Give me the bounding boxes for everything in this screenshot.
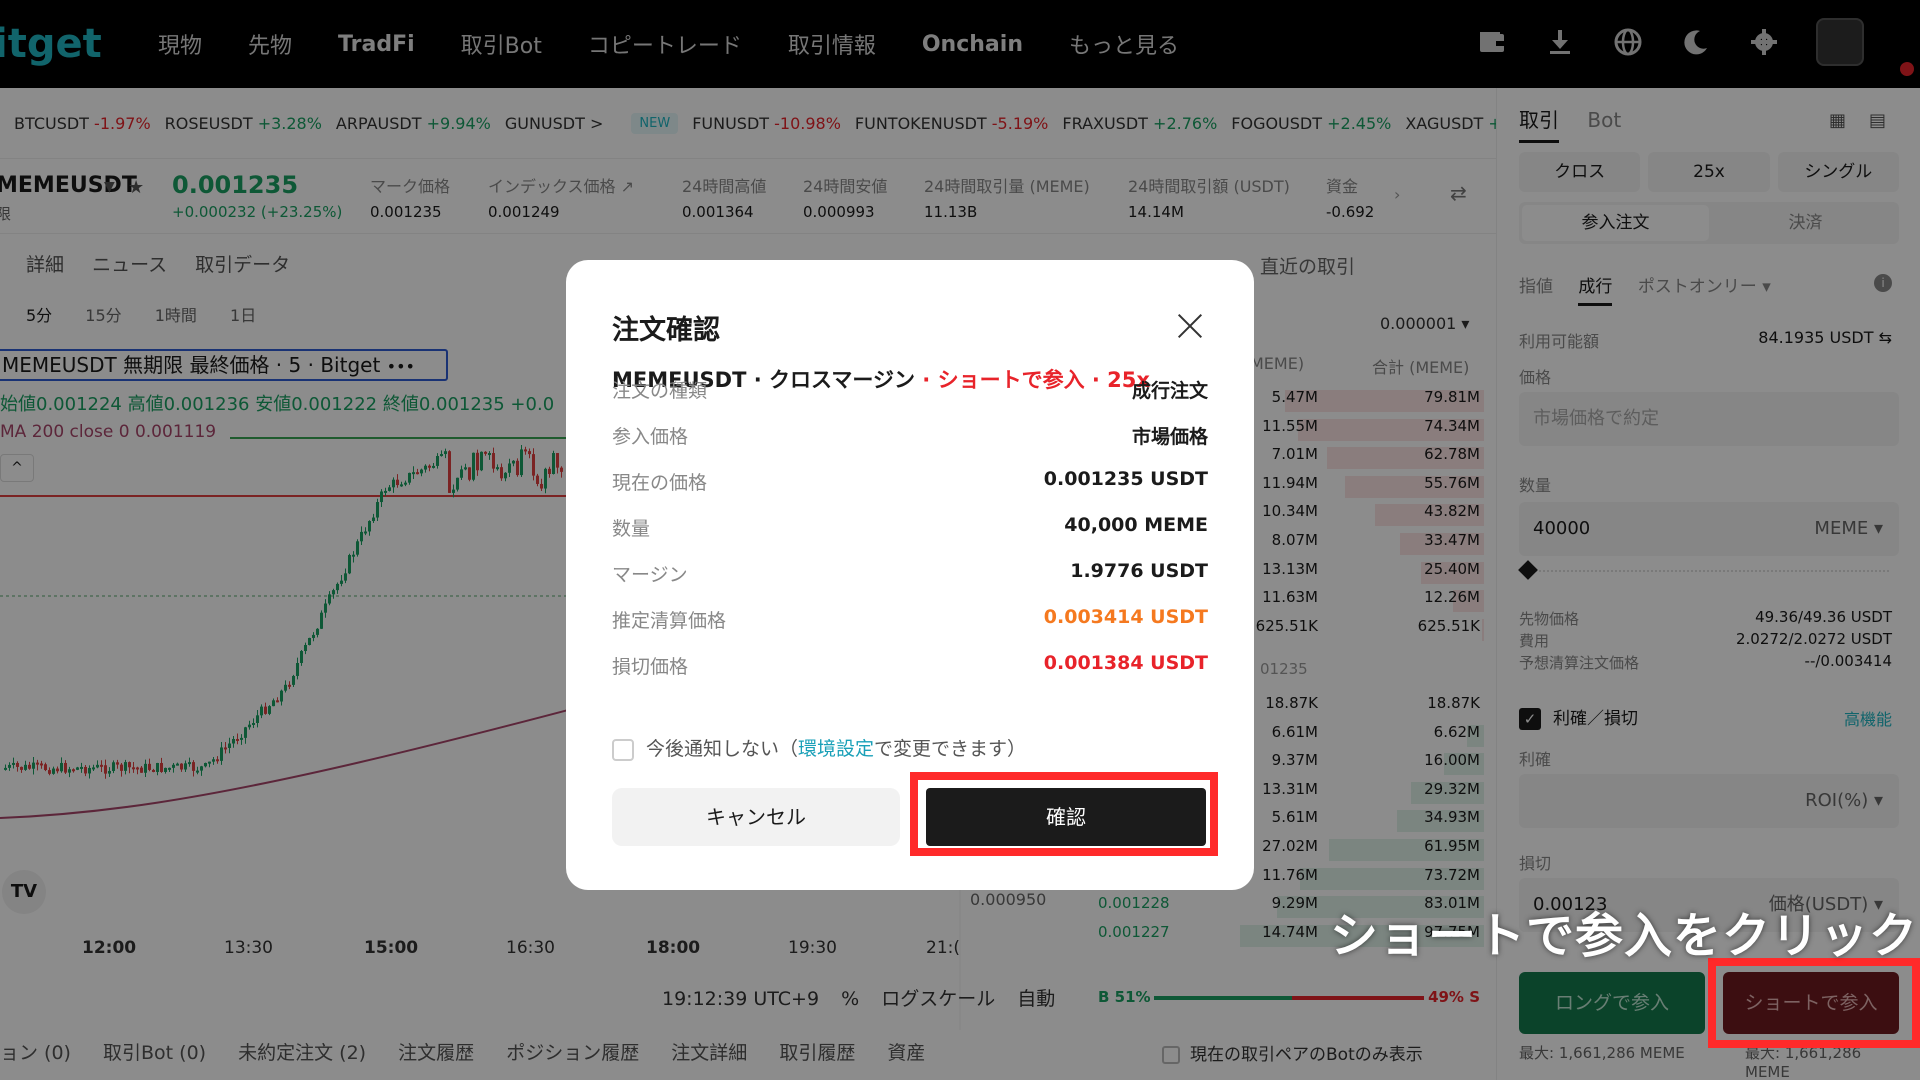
summary-value: 市場価格 bbox=[1131, 426, 1208, 448]
summary-key: 損切価格 bbox=[612, 656, 689, 678]
summary-key: 注文の種類 bbox=[612, 380, 708, 402]
summary-value: 成行注文 bbox=[1131, 380, 1208, 402]
summary-key: 数量 bbox=[612, 518, 651, 540]
instruction-caption: ショートで参入をクリック bbox=[1330, 908, 1919, 964]
summary-key: 推定清算価格 bbox=[612, 610, 727, 632]
short-button-highlight bbox=[1708, 958, 1920, 1048]
summary-row: 参入価格 市場価格 bbox=[612, 422, 1208, 452]
dont-notify-checkbox[interactable]: 今後通知しない（環境設定で変更できます） bbox=[612, 734, 1026, 761]
trading-page: itget 現物 先物 TradFi 取引Bot コピートレード 取引情報 On… bbox=[0, 0, 1920, 1080]
summary-key: 現在の価格 bbox=[612, 472, 708, 494]
summary-key: 参入価格 bbox=[612, 426, 689, 448]
summary-row: 注文の種類 成行注文 bbox=[612, 376, 1208, 406]
summary-value: 40,000 MEME bbox=[1064, 514, 1208, 536]
cancel-button[interactable]: キャンセル bbox=[612, 788, 900, 846]
summary-key: マージン bbox=[612, 564, 688, 586]
summary-value: 0.001384 USDT bbox=[1043, 652, 1208, 674]
summary-value: 1.9776 USDT bbox=[1070, 560, 1208, 582]
settings-link[interactable]: 環境設定 bbox=[798, 738, 874, 760]
summary-value: 0.003414 USDT bbox=[1043, 606, 1208, 628]
summary-row: 現在の価格 0.001235 USDT bbox=[612, 468, 1208, 498]
summary-row: マージン 1.9776 USDT bbox=[612, 560, 1208, 590]
summary-row: 推定清算価格 0.003414 USDT bbox=[612, 606, 1208, 636]
summary-value: 0.001235 USDT bbox=[1043, 468, 1208, 490]
summary-row: 損切価格 0.001384 USDT bbox=[612, 652, 1208, 682]
summary-row: 数量 40,000 MEME bbox=[612, 514, 1208, 544]
confirm-button-highlight bbox=[910, 772, 1218, 856]
close-icon[interactable] bbox=[1176, 312, 1204, 340]
dialog-title: 注文確認 bbox=[612, 315, 720, 346]
